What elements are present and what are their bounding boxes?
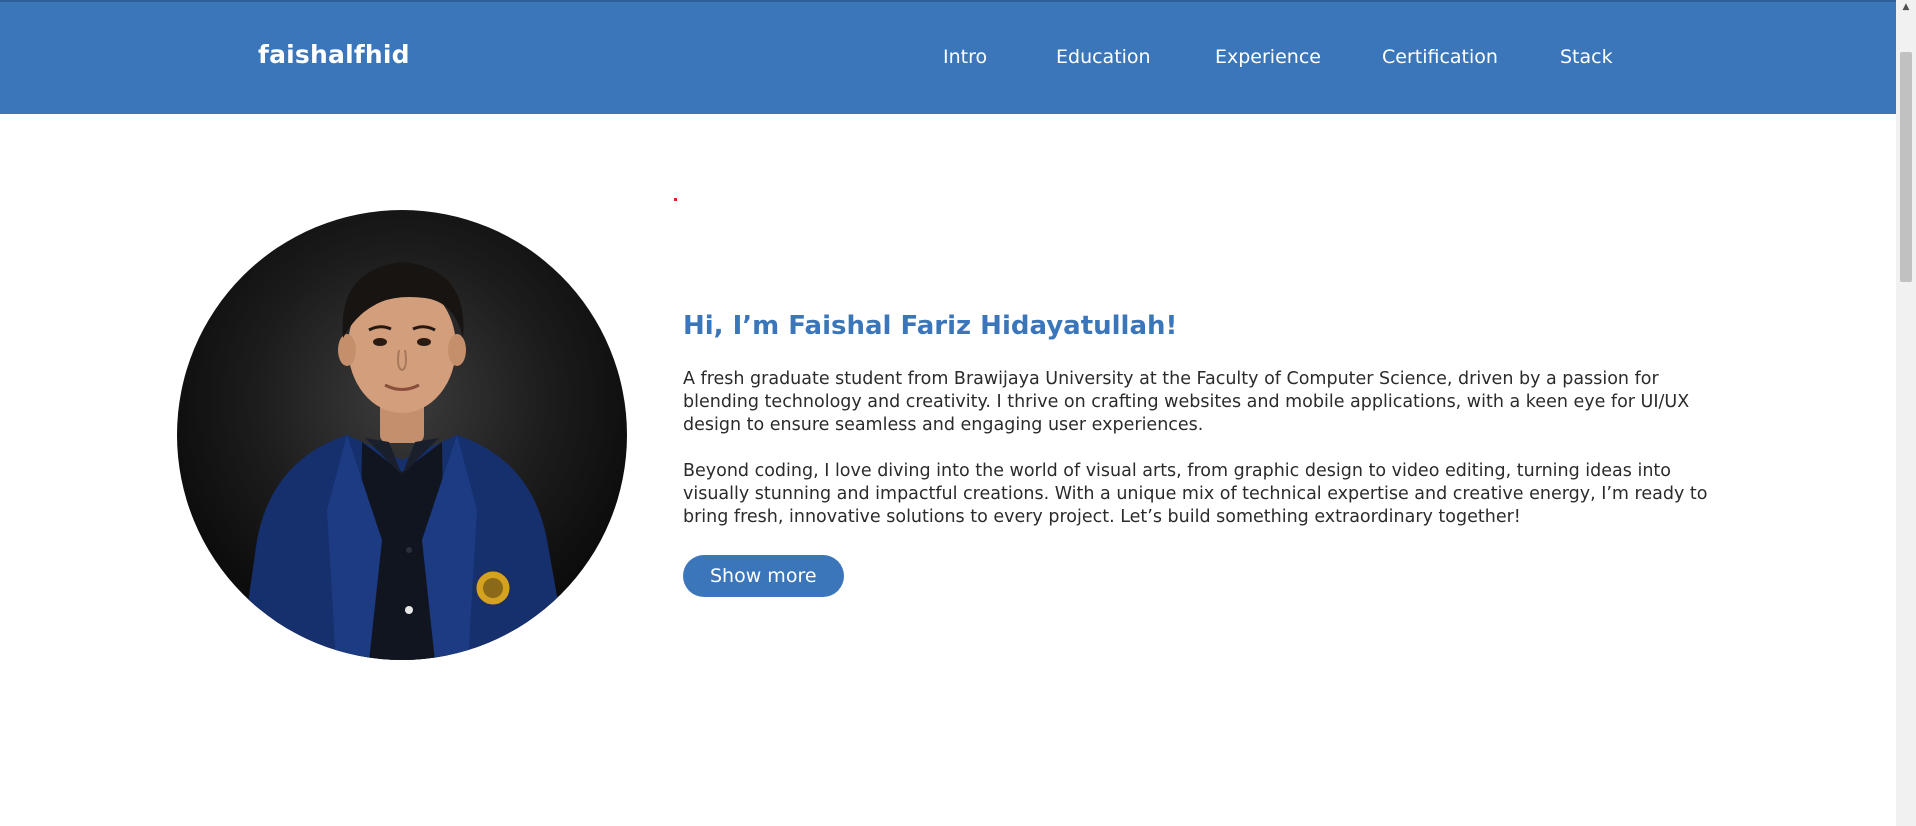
scroll-thumb[interactable] [1900, 52, 1912, 282]
nav-intro[interactable]: Intro [943, 46, 987, 68]
nav-stack[interactable]: Stack [1560, 46, 1613, 68]
intro-paragraph-1: A fresh graduate student from Brawijaya … [683, 369, 1690, 435]
intro-paragraph-2: Beyond coding, I love diving into the wo… [683, 461, 1708, 527]
main-nav: Intro Education Experience Certification… [0, 46, 1896, 76]
scroll-up-arrow-icon[interactable]: ▲ [1896, 0, 1916, 14]
profile-photo [177, 210, 627, 660]
red-dot-artifact [674, 198, 677, 201]
intro-headline: Hi, I’m Faishal Fariz Hidayatullah! [683, 311, 1178, 341]
vertical-scrollbar[interactable]: ▲ [1896, 0, 1916, 826]
show-more-button[interactable]: Show more [683, 555, 844, 597]
nav-experience[interactable]: Experience [1215, 46, 1321, 68]
site-header: faishalfhid Intro Education Experience C… [0, 0, 1896, 114]
nav-education[interactable]: Education [1056, 46, 1151, 68]
nav-certification[interactable]: Certification [1382, 46, 1498, 68]
intro-section: Hi, I’m Faishal Fariz Hidayatullah! A fr… [683, 304, 1718, 597]
